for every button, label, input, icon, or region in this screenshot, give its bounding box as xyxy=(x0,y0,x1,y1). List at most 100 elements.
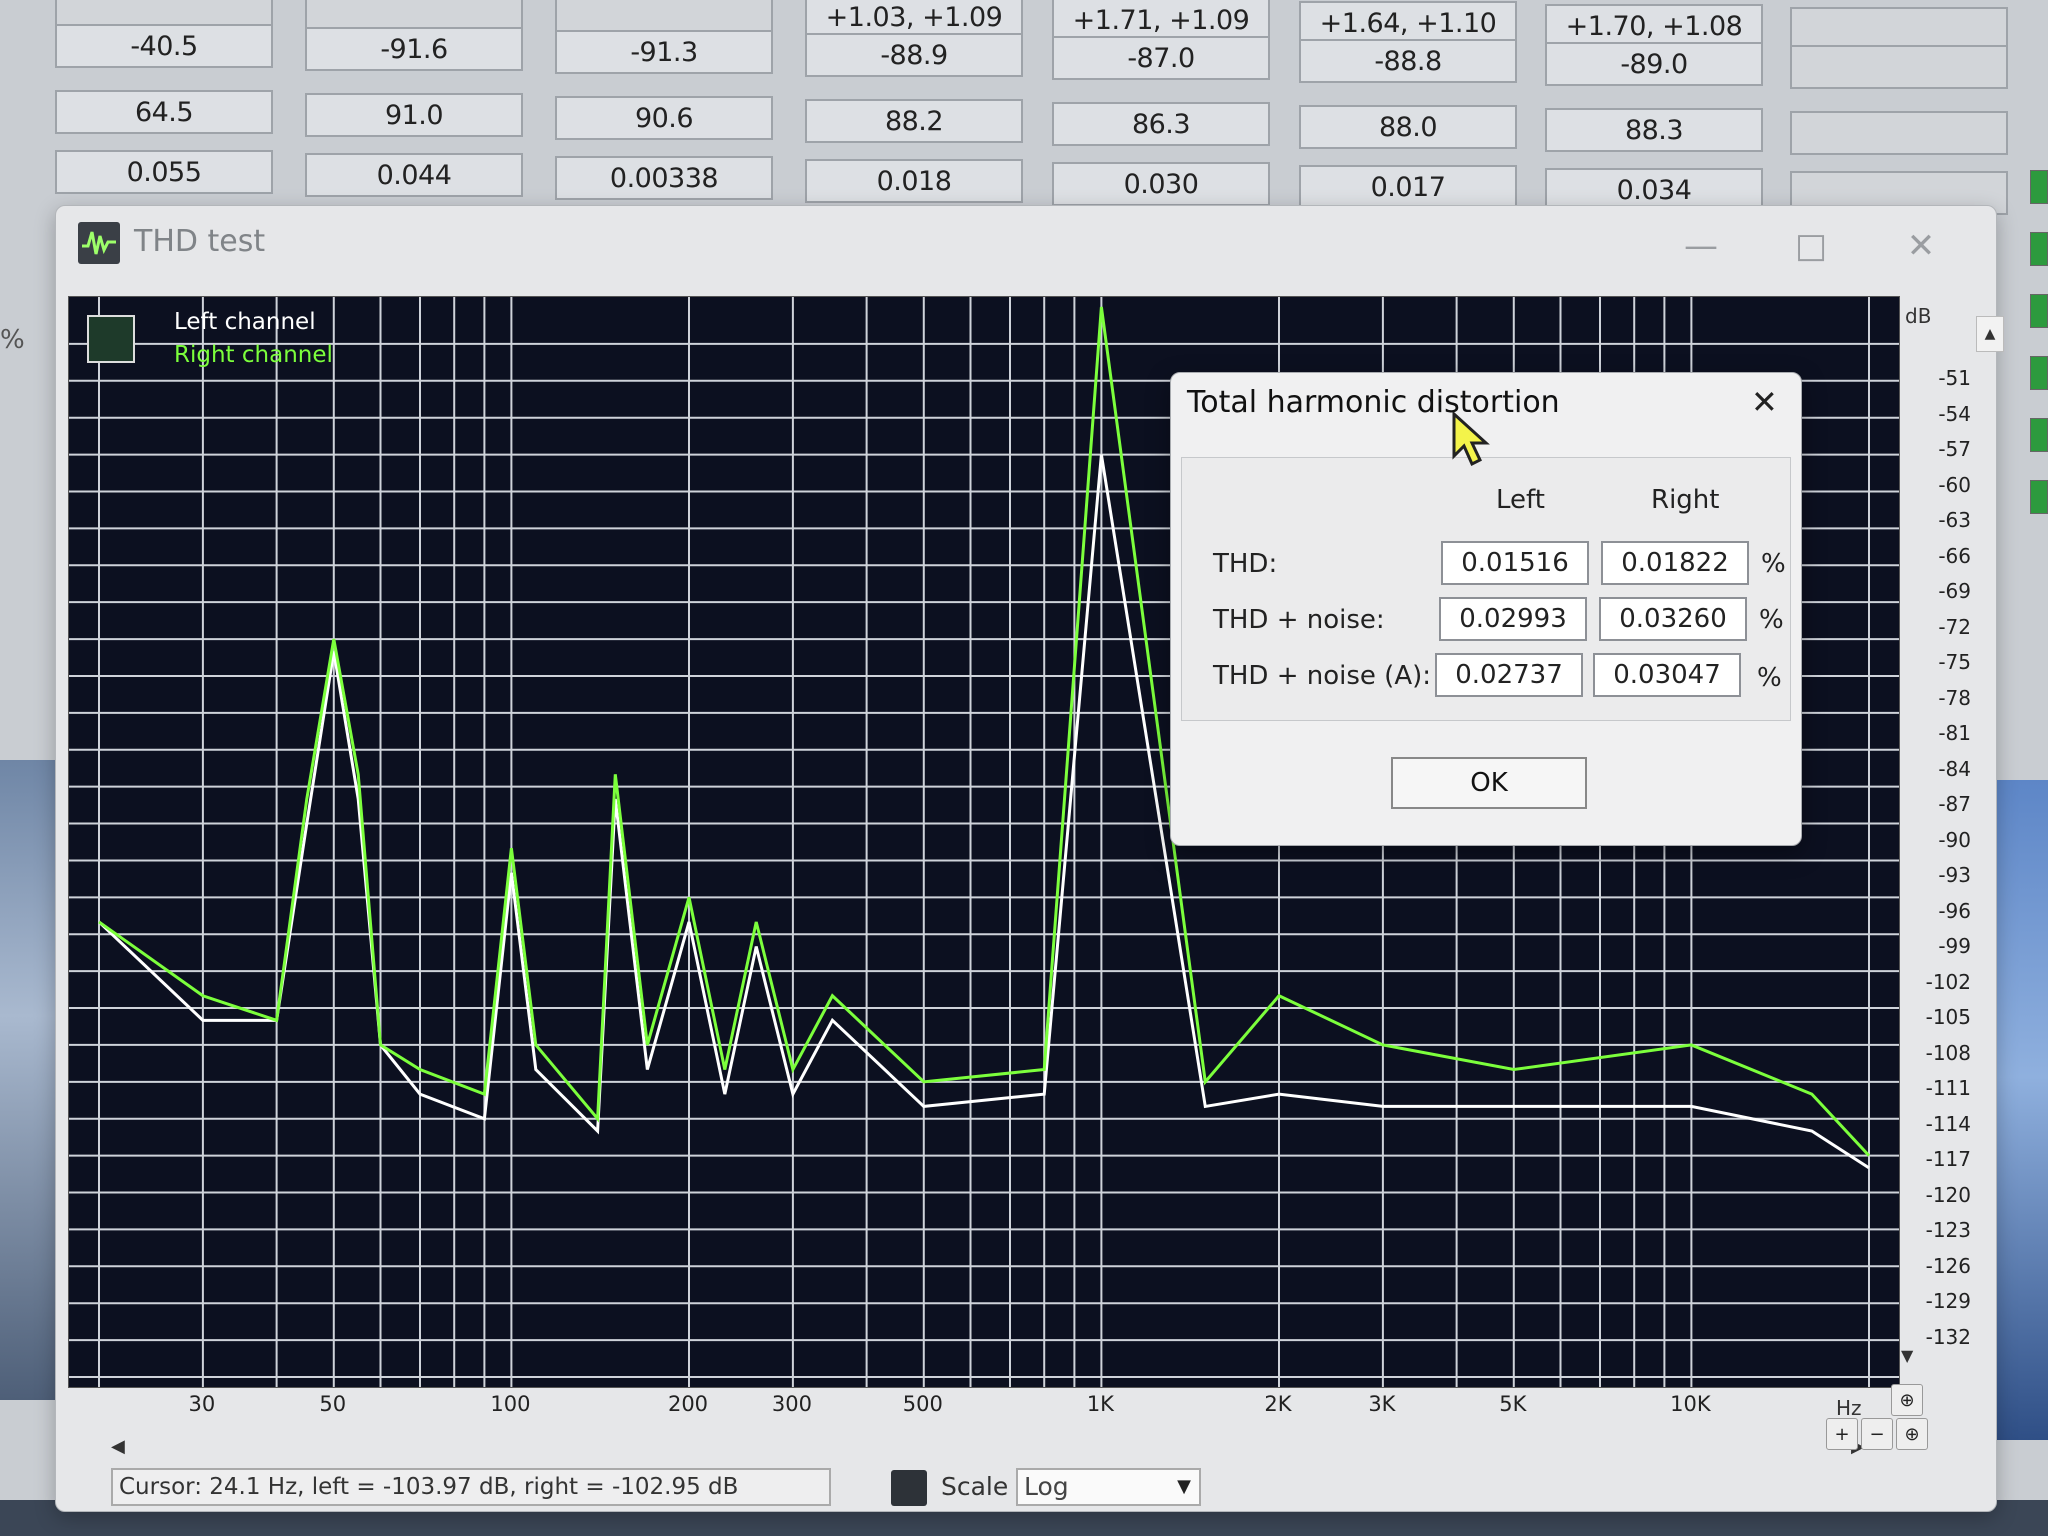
result-cell: -87.0 xyxy=(1052,36,1270,80)
result-cell: -88.8 xyxy=(1299,39,1517,83)
mouse-pointer-icon xyxy=(1452,412,1490,467)
result-cell: -91.3 xyxy=(555,30,773,74)
db-tick-label: -78 xyxy=(1938,685,1971,710)
result-cell: 0.00338 xyxy=(555,156,773,200)
chart-icon[interactable] xyxy=(87,315,135,363)
result-cell: -89.0 xyxy=(1545,42,1763,86)
db-tick-label: -120 xyxy=(1925,1182,1971,1207)
result-cell: 0.030 xyxy=(1052,162,1270,206)
db-tick-label: -87 xyxy=(1938,792,1971,816)
thd-noise-right-field: 0.03260 xyxy=(1599,597,1747,641)
db-tick-label: -108 xyxy=(1925,1040,1971,1065)
column-right-header: Right xyxy=(1651,485,1720,515)
edge-button[interactable] xyxy=(2030,170,2048,204)
db-tick-label: -132 xyxy=(1925,1324,1971,1349)
left-edge-text: % xyxy=(0,325,25,355)
legend-left-channel: Left channel xyxy=(174,309,316,335)
titlebar[interactable]: THD test — □ ✕ xyxy=(56,206,1996,286)
result-cell: 0.017 xyxy=(1299,165,1517,209)
db-tick-label: -81 xyxy=(1938,721,1971,745)
edge-button[interactable] xyxy=(2030,418,2048,452)
result-cell xyxy=(1790,111,2008,155)
column-left-header: Left xyxy=(1496,485,1545,515)
db-tick-label: -117 xyxy=(1925,1147,1971,1171)
db-tick-label: -90 xyxy=(1938,827,1971,852)
hz-tick-label: 200 xyxy=(667,1392,709,1416)
close-icon[interactable]: ✕ xyxy=(1896,226,1946,266)
db-tick-label: -114 xyxy=(1925,1111,1971,1136)
ok-button[interactable]: OK xyxy=(1391,757,1587,809)
results-table: +1.03, +1.09 +1.71, +1.09 +1.64, +1.10 +1.7… xyxy=(55,0,2015,215)
close-icon[interactable]: ✕ xyxy=(1751,383,1778,421)
result-cell: -91.6 xyxy=(305,27,523,71)
dialog-title: Total harmonic distortion xyxy=(1187,385,1560,420)
zoom-reset-icon[interactable]: ⊕ xyxy=(1891,1384,1923,1416)
thd-unit: % xyxy=(1761,549,1786,579)
db-tick-label: -105 xyxy=(1925,1005,1971,1029)
db-tick-label: -60 xyxy=(1938,472,1971,497)
waveform-icon xyxy=(78,222,120,264)
result-cell: 91.0 xyxy=(305,93,523,137)
result-cell: 0.055 xyxy=(55,150,273,194)
thd-noise-a-left-field: 0.02737 xyxy=(1435,653,1583,697)
result-cell: 88.0 xyxy=(1299,105,1517,149)
result-cell: -40.5 xyxy=(55,24,273,68)
db-tick-label: -75 xyxy=(1938,650,1971,674)
scale-label: Scale xyxy=(941,1472,1009,1501)
result-cell: 0.018 xyxy=(805,159,1023,203)
save-icon[interactable] xyxy=(891,1470,927,1506)
chevron-down-icon: ▼ xyxy=(1177,1476,1191,1497)
thd-noise-a-right-field: 0.03047 xyxy=(1593,653,1741,697)
hz-tick-label: 10K xyxy=(1670,1392,1711,1416)
hz-unit-label: Hz xyxy=(1836,1396,1862,1420)
db-tick-label: -69 xyxy=(1938,579,1971,603)
status-bar: Cursor: 24.1 Hz, left = -103.97 dB, righ… xyxy=(111,1468,1891,1508)
maximize-icon[interactable]: □ xyxy=(1786,226,1836,266)
thd-left-field: 0.01516 xyxy=(1441,541,1589,585)
zoom-in-icon[interactable]: + xyxy=(1826,1418,1858,1450)
thd-noise-label: THD + noise: xyxy=(1213,605,1385,635)
thd-label: THD: xyxy=(1213,549,1278,579)
window-title: THD test xyxy=(134,224,266,259)
scale-select[interactable]: Log ▼ xyxy=(1016,1468,1201,1506)
scroll-up-button[interactable]: ▲ xyxy=(1976,316,2004,352)
scroll-down-button[interactable]: ▼ xyxy=(1901,1346,1913,1365)
hz-tick-label: 500 xyxy=(902,1392,943,1416)
result-cell: 88.2 xyxy=(805,99,1023,143)
edge-button[interactable] xyxy=(2030,480,2048,514)
result-cell: 64.5 xyxy=(55,90,273,134)
db-tick-label: -123 xyxy=(1925,1218,1971,1242)
zoom-fit-icon[interactable]: ⊕ xyxy=(1896,1418,1928,1450)
db-tick-label: -72 xyxy=(1938,614,1971,639)
thd-right-field: 0.01822 xyxy=(1601,541,1749,585)
horizontal-scrollbar[interactable]: ◀ ▶ xyxy=(111,1434,1865,1466)
hz-tick-label: 30 xyxy=(188,1392,216,1416)
db-tick-label: -102 xyxy=(1925,969,1971,994)
hz-axis: 30 50 100 200 300 500 1K 2K 3K 5K 10K xyxy=(68,1386,1898,1426)
result-cell: 0.044 xyxy=(305,153,523,197)
hz-tick-label: 300 xyxy=(771,1392,812,1416)
result-cell: 90.6 xyxy=(555,96,773,140)
edge-button[interactable] xyxy=(2030,356,2048,390)
db-tick-label: -129 xyxy=(1925,1289,1971,1313)
edge-button[interactable] xyxy=(2030,232,2048,266)
result-cell: 88.3 xyxy=(1545,108,1763,152)
db-axis: dB -51 -54 -57 -60 -63 -66 -69 -72 -75 -78 -81 -84 -… xyxy=(1901,296,1971,1386)
db-tick-label: -96 xyxy=(1938,898,1971,923)
hz-tick-label: 50 xyxy=(319,1392,347,1416)
db-unit-label: dB xyxy=(1905,304,1932,328)
db-tick-label: -111 xyxy=(1925,1076,1971,1100)
edge-button[interactable] xyxy=(2030,294,2048,328)
db-tick-label: -93 xyxy=(1938,863,1971,887)
scroll-left-button[interactable]: ◀ xyxy=(111,1436,125,1457)
db-tick-label: -66 xyxy=(1938,543,1971,568)
db-tick-label: -63 xyxy=(1938,508,1971,532)
scale-value: Log xyxy=(1024,1472,1069,1501)
db-tick-label: -99 xyxy=(1938,934,1971,958)
minimize-icon[interactable]: — xyxy=(1676,226,1726,266)
db-tick-label: -126 xyxy=(1925,1253,1971,1278)
thd-noise-a-label: THD + noise (A): xyxy=(1213,661,1432,691)
hz-tick-label: 3K xyxy=(1368,1392,1396,1416)
zoom-out-icon[interactable]: − xyxy=(1861,1418,1893,1450)
cursor-readout: Cursor: 24.1 Hz, left = -103.97 dB, righ… xyxy=(111,1468,831,1506)
